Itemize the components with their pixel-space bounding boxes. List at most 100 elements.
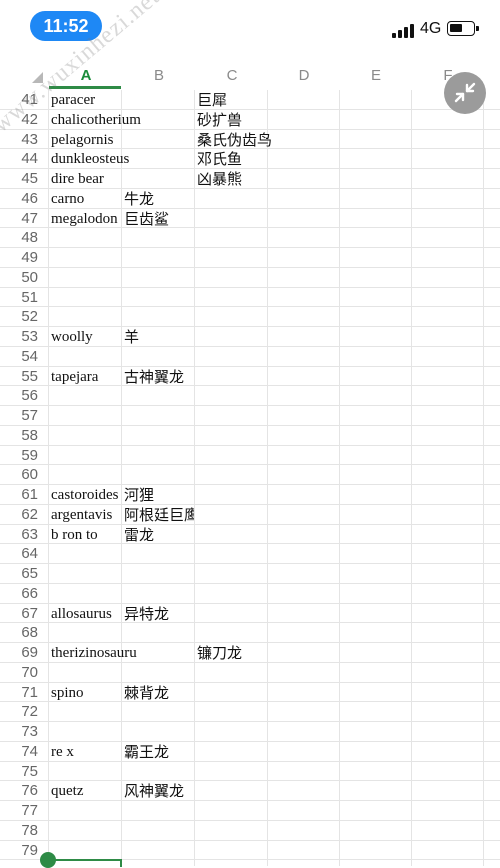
cell-c[interactable] <box>197 525 287 544</box>
row-number[interactable]: 63 <box>0 525 38 544</box>
row-number[interactable]: 78 <box>0 821 38 840</box>
cell-b[interactable]: 雷龙 <box>124 525 194 544</box>
cell-a[interactable]: dunkleosteus <box>51 149 129 168</box>
table-row[interactable]: 57 <box>0 406 500 426</box>
cell-c[interactable]: 镰刀龙 <box>197 643 287 662</box>
cell-b[interactable]: 古神翼龙 <box>124 367 194 386</box>
table-row[interactable]: 64 <box>0 544 500 564</box>
row-number[interactable]: 60 <box>0 465 38 484</box>
cell-a[interactable]: tapejara <box>51 367 121 386</box>
table-row[interactable]: 52 <box>0 307 500 327</box>
row-number[interactable]: 79 <box>0 841 38 860</box>
cell-c[interactable]: 邓氏鱼 <box>197 149 287 168</box>
table-row[interactable]: 70 <box>0 663 500 683</box>
cell-a[interactable]: allosaurus <box>51 604 121 623</box>
cell-b[interactable]: 风神翼龙 <box>124 781 194 800</box>
cell-b[interactable] <box>124 288 194 307</box>
table-row[interactable]: 59 <box>0 446 500 466</box>
table-row[interactable]: 73 <box>0 722 500 742</box>
cell-b[interactable] <box>124 762 194 781</box>
table-row[interactable]: 69 therizinosauru 镰刀龙 <box>0 643 500 663</box>
cell-c[interactable] <box>197 722 287 741</box>
cell-a[interactable]: castoroides <box>51 485 121 504</box>
table-row[interactable]: 79 <box>0 841 500 861</box>
column-header-b[interactable]: B <box>123 62 195 90</box>
cell-c[interactable] <box>197 347 287 366</box>
cell-a[interactable]: pelagornis <box>51 130 113 149</box>
table-row[interactable]: 77 <box>0 801 500 821</box>
row-number[interactable]: 75 <box>0 762 38 781</box>
table-row[interactable]: 47 megalodon 巨齿鲨 <box>0 209 500 229</box>
cell-b[interactable] <box>124 544 194 563</box>
cell-b[interactable] <box>124 110 194 129</box>
table-row[interactable]: 48 <box>0 228 500 248</box>
cell-c[interactable] <box>197 307 287 326</box>
cell-b[interactable] <box>124 248 194 267</box>
row-number[interactable]: 71 <box>0 683 38 702</box>
row-number[interactable]: 53 <box>0 327 38 346</box>
cell-c[interactable] <box>197 623 287 642</box>
table-row[interactable]: 56 <box>0 386 500 406</box>
table-row[interactable]: 41 paracer 巨犀 <box>0 90 500 110</box>
cell-c[interactable] <box>197 604 287 623</box>
cell-b[interactable] <box>124 426 194 445</box>
row-number[interactable]: 64 <box>0 544 38 563</box>
cell-b[interactable] <box>124 406 194 425</box>
table-row[interactable]: 67 allosaurus 异特龙 <box>0 604 500 624</box>
table-row[interactable]: 49 <box>0 248 500 268</box>
row-number[interactable]: 58 <box>0 426 38 445</box>
cell-c[interactable] <box>197 564 287 583</box>
cell-b[interactable] <box>124 386 194 405</box>
cell-b[interactable] <box>124 584 194 603</box>
cell-b[interactable]: 棘背龙 <box>124 683 194 702</box>
cell-c[interactable]: 凶暴熊 <box>197 169 287 188</box>
cell-a[interactable]: re x <box>51 742 121 761</box>
cell-b[interactable] <box>124 623 194 642</box>
sheet-grid[interactable]: 41 paracer 巨犀 42 chalicotherium 砂扩兽 43 pelagorn… <box>0 90 500 866</box>
cell-b[interactable] <box>124 130 194 149</box>
table-row[interactable]: 43 pelagornis 桑氏伪齿鸟 <box>0 130 500 150</box>
column-header-e[interactable]: E <box>340 62 412 90</box>
table-row[interactable]: 62 argentavis 阿根廷巨鹰 <box>0 505 500 525</box>
row-number[interactable]: 59 <box>0 446 38 465</box>
cell-c[interactable] <box>197 426 287 445</box>
row-number[interactable]: 52 <box>0 307 38 326</box>
cell-b[interactable] <box>124 90 194 109</box>
row-number[interactable]: 56 <box>0 386 38 405</box>
cell-b[interactable] <box>124 465 194 484</box>
cell-c[interactable] <box>197 781 287 800</box>
table-row[interactable]: 42 chalicotherium 砂扩兽 <box>0 110 500 130</box>
row-number[interactable]: 57 <box>0 406 38 425</box>
cell-c[interactable] <box>197 446 287 465</box>
cell-b[interactable]: 巨齿鲨 <box>124 209 194 228</box>
table-row[interactable]: 55 tapejara 古神翼龙 <box>0 367 500 387</box>
table-row[interactable]: 74 re x 霸王龙 <box>0 742 500 762</box>
table-row[interactable]: 54 <box>0 347 500 367</box>
cell-c[interactable] <box>197 683 287 702</box>
cell-a[interactable]: carno <box>51 189 121 208</box>
cell-b[interactable]: 牛龙 <box>124 189 194 208</box>
cell-b[interactable]: 羊 <box>124 327 194 346</box>
cell-b[interactable] <box>124 663 194 682</box>
cell-a[interactable]: megalodon <box>51 209 121 228</box>
cell-c[interactable] <box>197 386 287 405</box>
cell-c[interactable]: 砂扩兽 <box>197 110 287 129</box>
cell-c[interactable] <box>197 268 287 287</box>
cell-b[interactable] <box>124 801 194 820</box>
row-number[interactable]: 45 <box>0 169 38 188</box>
cell-b[interactable] <box>124 149 194 168</box>
cell-b[interactable]: 霸王龙 <box>124 742 194 761</box>
row-number[interactable]: 74 <box>0 742 38 761</box>
cell-c[interactable] <box>197 663 287 682</box>
row-number[interactable]: 44 <box>0 149 38 168</box>
cell-b[interactable] <box>124 169 194 188</box>
cell-a[interactable]: dire bear <box>51 169 104 188</box>
row-number[interactable]: 46 <box>0 189 38 208</box>
table-row[interactable]: 68 <box>0 623 500 643</box>
cell-c[interactable] <box>197 327 287 346</box>
cell-c[interactable] <box>197 288 287 307</box>
row-number[interactable]: 55 <box>0 367 38 386</box>
table-row[interactable]: 60 <box>0 465 500 485</box>
row-number[interactable]: 76 <box>0 781 38 800</box>
cell-b[interactable] <box>124 722 194 741</box>
